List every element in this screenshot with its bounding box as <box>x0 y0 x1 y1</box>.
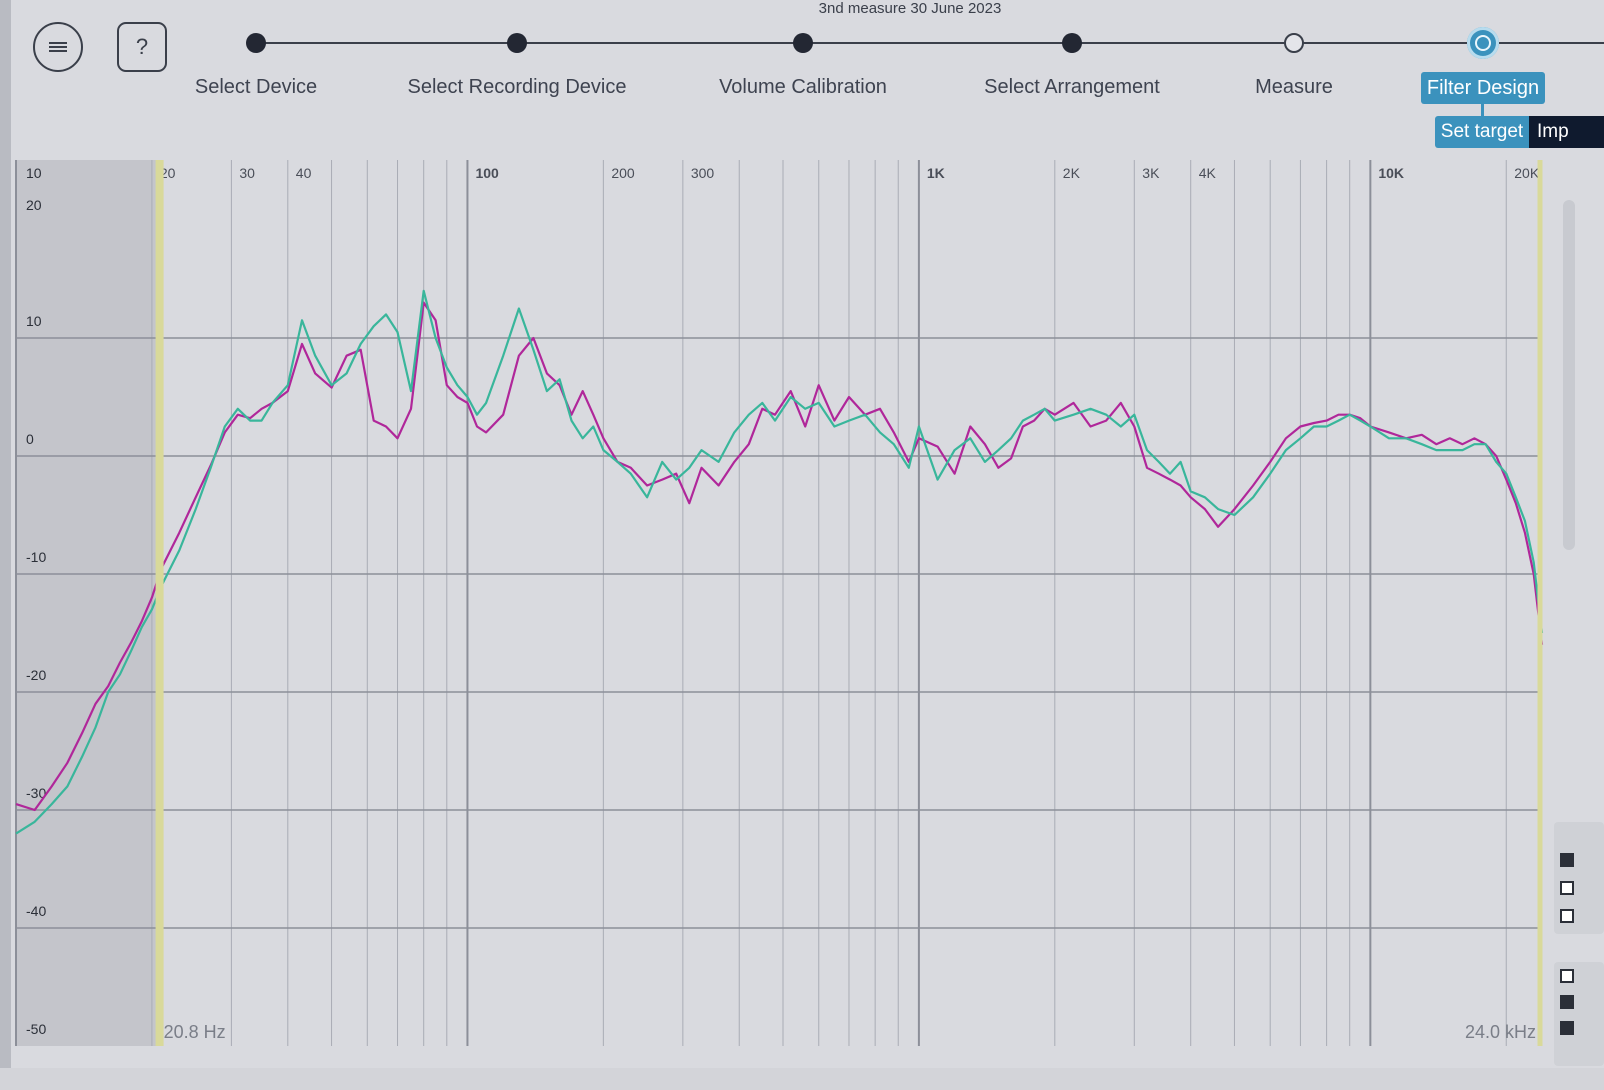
x-tick-label: 30 <box>239 165 255 181</box>
y-tick-label: -50 <box>26 1021 46 1037</box>
series-line-2[interactable] <box>15 289 1544 835</box>
x-tick-label: 100 <box>475 165 499 181</box>
x-tick-label: 200 <box>611 165 635 181</box>
series-checkbox[interactable] <box>1560 881 1574 895</box>
option-checkbox[interactable] <box>1560 969 1574 983</box>
y-tick-label: -10 <box>26 549 46 565</box>
x-tick-label: 3K <box>1142 165 1160 181</box>
low-limit-label: 20.8 Hz <box>164 1022 226 1042</box>
option-checkbox[interactable] <box>1560 995 1574 1009</box>
side-scrollbar[interactable] <box>1563 200 1575 550</box>
chart-svg[interactable]: 20 30 40 100 200 300 1K 2K 3K 4K 10K 20K1020100-10-… <box>0 0 1604 1090</box>
x-tick-label: 10K <box>1378 165 1404 181</box>
x-tick-label: 2K <box>1063 165 1081 181</box>
x-tick-label: 1K <box>927 165 945 181</box>
option-checkbox[interactable] <box>1560 1021 1574 1035</box>
x-tick-label-corner: 10 <box>26 165 42 181</box>
x-tick-label: 40 <box>296 165 312 181</box>
series-line-1[interactable] <box>15 301 1544 812</box>
x-tick-label: 20K <box>1514 165 1540 181</box>
x-tick-label: 300 <box>691 165 715 181</box>
y-tick-label: -40 <box>26 903 46 919</box>
y-tick-label: 10 <box>26 313 42 329</box>
y-tick-label: 0 <box>26 431 34 447</box>
y-tick-label: -20 <box>26 667 46 683</box>
series-checkbox[interactable] <box>1560 909 1574 923</box>
series-checkbox[interactable] <box>1560 853 1574 867</box>
x-tick-label: 4K <box>1199 165 1217 181</box>
high-limit-label: 24.0 kHz <box>1465 1022 1536 1042</box>
y-tick-label: 20 <box>26 197 42 213</box>
frequency-response-chart[interactable]: 20 30 40 100 200 300 1K 2K 3K 4K 10K 20K 10 20 10 0 -10-… <box>0 0 1604 1090</box>
